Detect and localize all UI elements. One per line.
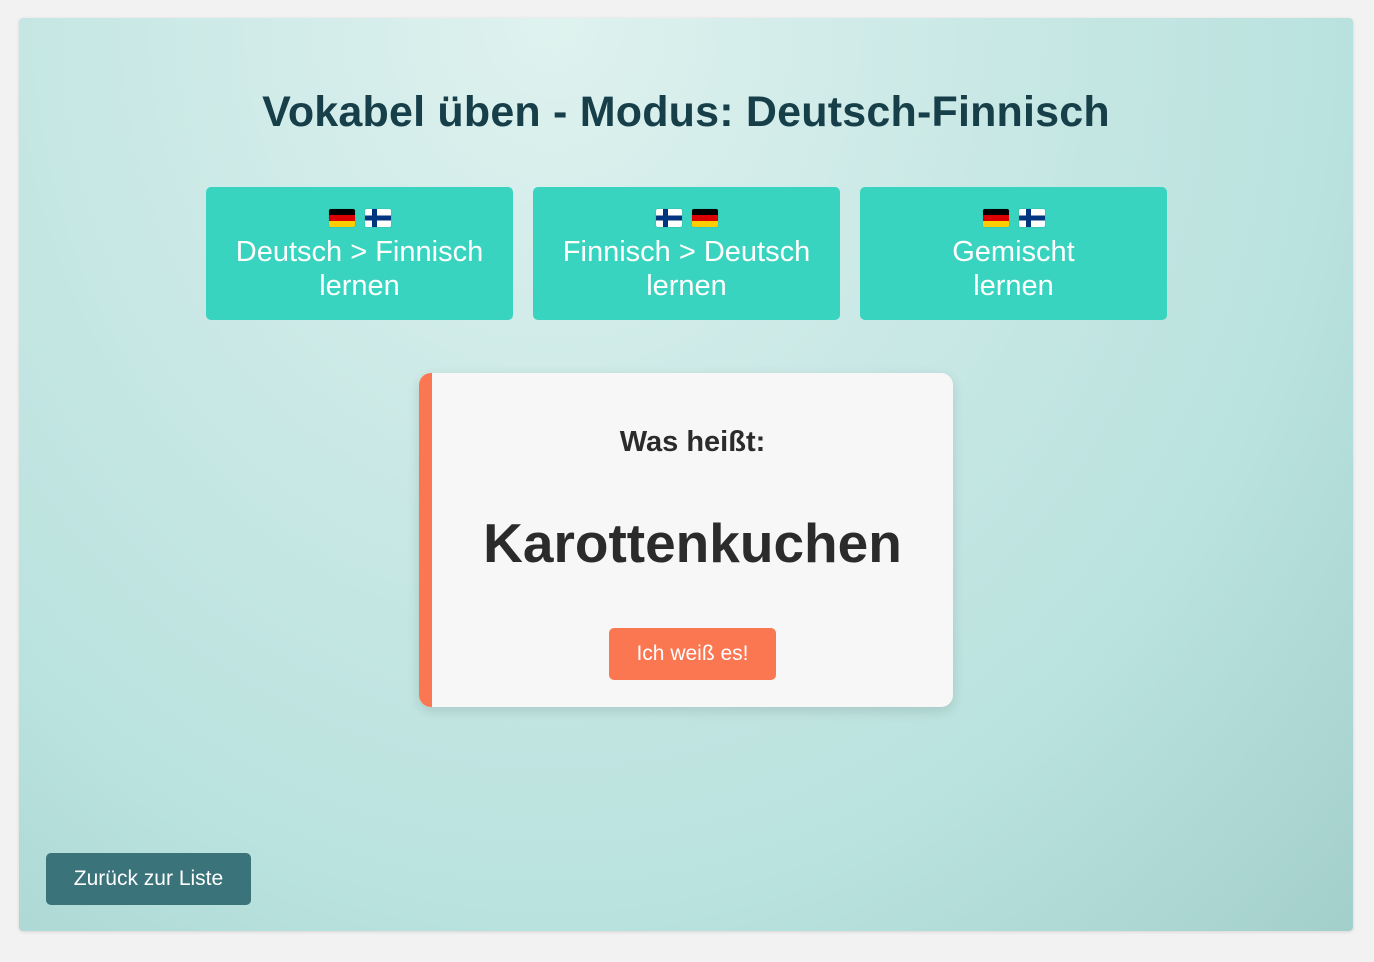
mode-label-line2: lernen [319, 270, 400, 302]
mode-button-de-fi[interactable]: Deutsch > Finnisch lernen [206, 187, 513, 320]
prompt-label: Was heißt: [619, 426, 766, 458]
mode-label-line1: Finnisch > Deutsch [562, 236, 811, 268]
de-flag-icon [982, 209, 1009, 227]
mode-label-line2: lernen [973, 270, 1054, 302]
fi-flag-icon [655, 209, 682, 227]
practice-panel: Vokabel üben - Modus: Deutsch-Finnisch D… [19, 18, 1353, 931]
de-flag-icon [328, 209, 355, 227]
mode-label: Gemischt lernen [860, 235, 1167, 303]
mode-label-line1: Gemischt [952, 236, 1075, 268]
mode-flags [533, 205, 840, 231]
mode-label: Finnisch > Deutsch lernen [533, 235, 840, 303]
fi-flag-icon [364, 209, 391, 227]
de-flag-icon [691, 209, 718, 227]
flashcard: Was heißt: Karottenkuchen Ich weiß es! [419, 373, 953, 707]
mode-flags [860, 205, 1167, 231]
mode-selector: Deutsch > Finnisch lernen Finnisch > Deu… [206, 187, 1167, 320]
fi-flag-icon [1018, 209, 1045, 227]
card-accent-bar [419, 373, 432, 707]
mode-label-line1: Deutsch > Finnisch [235, 236, 484, 268]
mode-button-fi-de[interactable]: Finnisch > Deutsch lernen [533, 187, 840, 320]
mode-button-mixed[interactable]: Gemischt lernen [860, 187, 1167, 320]
mode-label-line2: lernen [646, 270, 727, 302]
back-to-list-button[interactable]: Zurück zur Liste [46, 853, 251, 905]
mode-label: Deutsch > Finnisch lernen [206, 235, 513, 303]
page-title: Vokabel üben - Modus: Deutsch-Finnisch [262, 88, 1110, 136]
vocab-word: Karottenkuchen [483, 512, 902, 574]
know-it-button[interactable]: Ich weiß es! [609, 628, 776, 680]
mode-flags [206, 205, 513, 231]
